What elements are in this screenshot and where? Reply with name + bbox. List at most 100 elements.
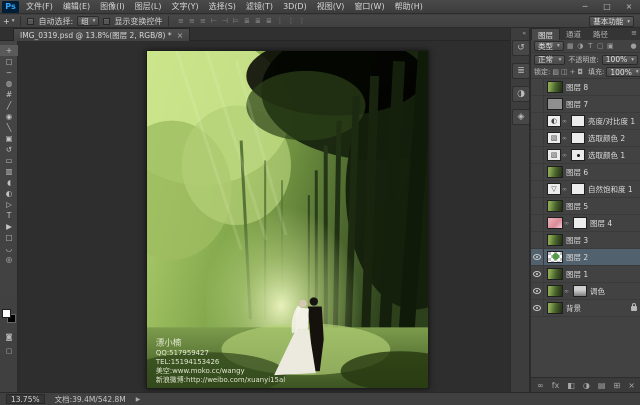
layer-thumbnail[interactable] [547, 200, 563, 212]
menu-item-8[interactable]: 视图(V) [312, 0, 350, 13]
zoom-level-field[interactable]: 13.75% [6, 394, 45, 404]
lock-all-icon[interactable]: ◘ [577, 68, 583, 76]
delete-layer-icon[interactable]: × [628, 381, 635, 390]
menu-item-1[interactable]: 编辑(E) [58, 0, 95, 13]
adjustments-panel-icon[interactable]: ◑ [512, 86, 530, 102]
layer-thumbnail[interactable] [547, 234, 563, 246]
hand-tool[interactable]: ◡ [0, 243, 18, 254]
visibility-toggle[interactable] [531, 198, 544, 215]
adjustment-layer-icon[interactable]: ◐ [547, 115, 561, 127]
tab-close-icon[interactable]: × [177, 31, 184, 40]
path-selection-tool[interactable]: ▶ [0, 221, 18, 232]
visibility-toggle[interactable] [531, 164, 544, 181]
visibility-toggle[interactable] [531, 283, 544, 300]
crop-tool[interactable]: # [0, 89, 18, 100]
info-panel-icon[interactable]: ◈ [512, 109, 530, 125]
menu-item-3[interactable]: 图层(L) [130, 0, 167, 13]
layer-mask-thumbnail[interactable] [573, 285, 587, 297]
gradient-tool[interactable]: ▥ [0, 166, 18, 177]
screen-mode-button[interactable]: ▢ [0, 347, 18, 355]
distribute-top-icon[interactable]: ≣ [241, 17, 252, 25]
close-button[interactable]: × [622, 1, 636, 13]
menu-item-6[interactable]: 滤镜(T) [241, 0, 278, 13]
blend-mode-dropdown[interactable]: 正常▾ [534, 55, 565, 65]
layer-thumbnail[interactable] [547, 166, 563, 178]
layer-mask-thumbnail[interactable] [571, 183, 585, 195]
properties-panel-icon[interactable]: ≣ [512, 63, 530, 79]
align-horizontal-centers-icon[interactable]: ⊣ [219, 17, 230, 25]
status-options-icon[interactable]: ▶ [136, 396, 141, 403]
layer-row[interactable]: 图层 3 [531, 232, 640, 249]
canvas-area[interactable]: 漂小楠 QQ:517959427 TEL:15194153426 美空:www.… [18, 41, 510, 392]
layer-row[interactable]: ∞图层 4 [531, 215, 640, 232]
lock-transparency-icon[interactable]: ▨ [552, 68, 559, 76]
layer-row[interactable]: 背景 [531, 300, 640, 317]
adjustment-layer-icon[interactable]: ▧ [547, 132, 561, 144]
new-adjustment-layer-icon[interactable]: ◑ [583, 381, 590, 390]
filter-type-layers-icon[interactable]: T [586, 42, 595, 50]
layer-mask-thumbnail[interactable] [571, 115, 585, 127]
link-layers-icon[interactable]: ∞ [537, 381, 544, 390]
menu-item-10[interactable]: 帮助(H) [390, 0, 428, 13]
layer-row[interactable]: ◐∞亮度/对比度 1 [531, 113, 640, 130]
layer-thumbnail[interactable] [547, 251, 563, 263]
layer-row[interactable]: 图层 8 [531, 79, 640, 96]
layer-row[interactable]: 图层 5 [531, 198, 640, 215]
foreground-color-swatch[interactable] [2, 309, 11, 318]
spot-healing-brush-tool[interactable]: ◉ [0, 111, 18, 122]
align-bottom-edges-icon[interactable]: ≡ [197, 17, 208, 25]
quick-selection-tool[interactable]: ◍ [0, 78, 18, 89]
filter-type-dropdown[interactable]: 类型▾ [534, 41, 564, 51]
menu-item-2[interactable]: 图像(I) [95, 0, 130, 13]
layer-thumbnail[interactable] [547, 98, 563, 110]
layer-row[interactable]: ▧∞选取颜色 2 [531, 130, 640, 147]
pen-tool[interactable]: ▷ [0, 199, 18, 210]
fill-dropdown[interactable]: 100%▾ [606, 67, 640, 77]
align-left-edges-icon[interactable]: ⊢ [208, 17, 219, 25]
layer-mask-thumbnail[interactable] [573, 217, 587, 229]
visibility-toggle[interactable] [531, 266, 544, 283]
layer-thumbnail[interactable] [547, 217, 563, 229]
panel-tab-1[interactable]: 通道 [560, 28, 587, 40]
layer-style-icon[interactable]: fx [552, 381, 560, 390]
lock-pixels-icon[interactable]: ◫ [561, 68, 568, 76]
show-transform-checkbox[interactable] [103, 18, 110, 25]
layer-mask-thumbnail[interactable] [571, 132, 585, 144]
minimize-button[interactable]: ─ [578, 1, 592, 13]
new-group-icon[interactable]: ▤ [598, 381, 606, 390]
visibility-toggle[interactable] [531, 130, 544, 147]
auto-select-checkbox[interactable] [27, 18, 34, 25]
add-layer-mask-icon[interactable]: ◧ [567, 381, 575, 390]
blur-tool[interactable]: ◖ [0, 177, 18, 188]
visibility-toggle[interactable] [531, 300, 544, 317]
menu-item-4[interactable]: 文字(Y) [166, 0, 203, 13]
lasso-tool[interactable]: ∽ [0, 67, 18, 78]
current-tool-icon[interactable]: +▾ [3, 17, 14, 26]
distribute-left-icon[interactable]: ⋮ [274, 17, 285, 25]
opacity-dropdown[interactable]: 100%▾ [602, 55, 638, 65]
distribute-right-icon[interactable]: ⋮ [296, 17, 307, 25]
menu-item-0[interactable]: 文件(F) [21, 0, 58, 13]
move-tool[interactable]: + [0, 45, 18, 56]
visibility-toggle[interactable] [531, 96, 544, 113]
layer-row[interactable]: ▧∞选取颜色 1 [531, 147, 640, 164]
maximize-button[interactable]: □ [600, 1, 614, 13]
brush-tool[interactable]: ╲ [0, 122, 18, 133]
layer-row[interactable]: 图层 7 [531, 96, 640, 113]
menu-item-5[interactable]: 选择(S) [204, 0, 241, 13]
collapse-dock-icon[interactable]: « [522, 30, 526, 37]
zoom-tool[interactable]: ◎ [0, 254, 18, 265]
visibility-toggle[interactable] [531, 249, 544, 266]
eyedropper-tool[interactable]: ╱ [0, 100, 18, 111]
filter-smart-objects-icon[interactable]: ▣ [606, 42, 615, 50]
distribute-vertical-icon[interactable]: ≣ [252, 17, 263, 25]
history-panel-icon[interactable]: ↺ [512, 40, 530, 56]
panel-menu-icon[interactable]: ≡ [631, 29, 637, 37]
menu-item-7[interactable]: 3D(D) [278, 0, 312, 13]
photo-document[interactable]: 漂小楠 QQ:517959427 TEL:15194153426 美空:www.… [146, 50, 429, 389]
layer-row[interactable]: 图层 1 [531, 266, 640, 283]
history-brush-tool[interactable]: ↺ [0, 144, 18, 155]
visibility-toggle[interactable] [531, 79, 544, 96]
align-right-edges-icon[interactable]: ⊨ [230, 17, 241, 25]
layer-thumbnail[interactable] [547, 268, 563, 280]
